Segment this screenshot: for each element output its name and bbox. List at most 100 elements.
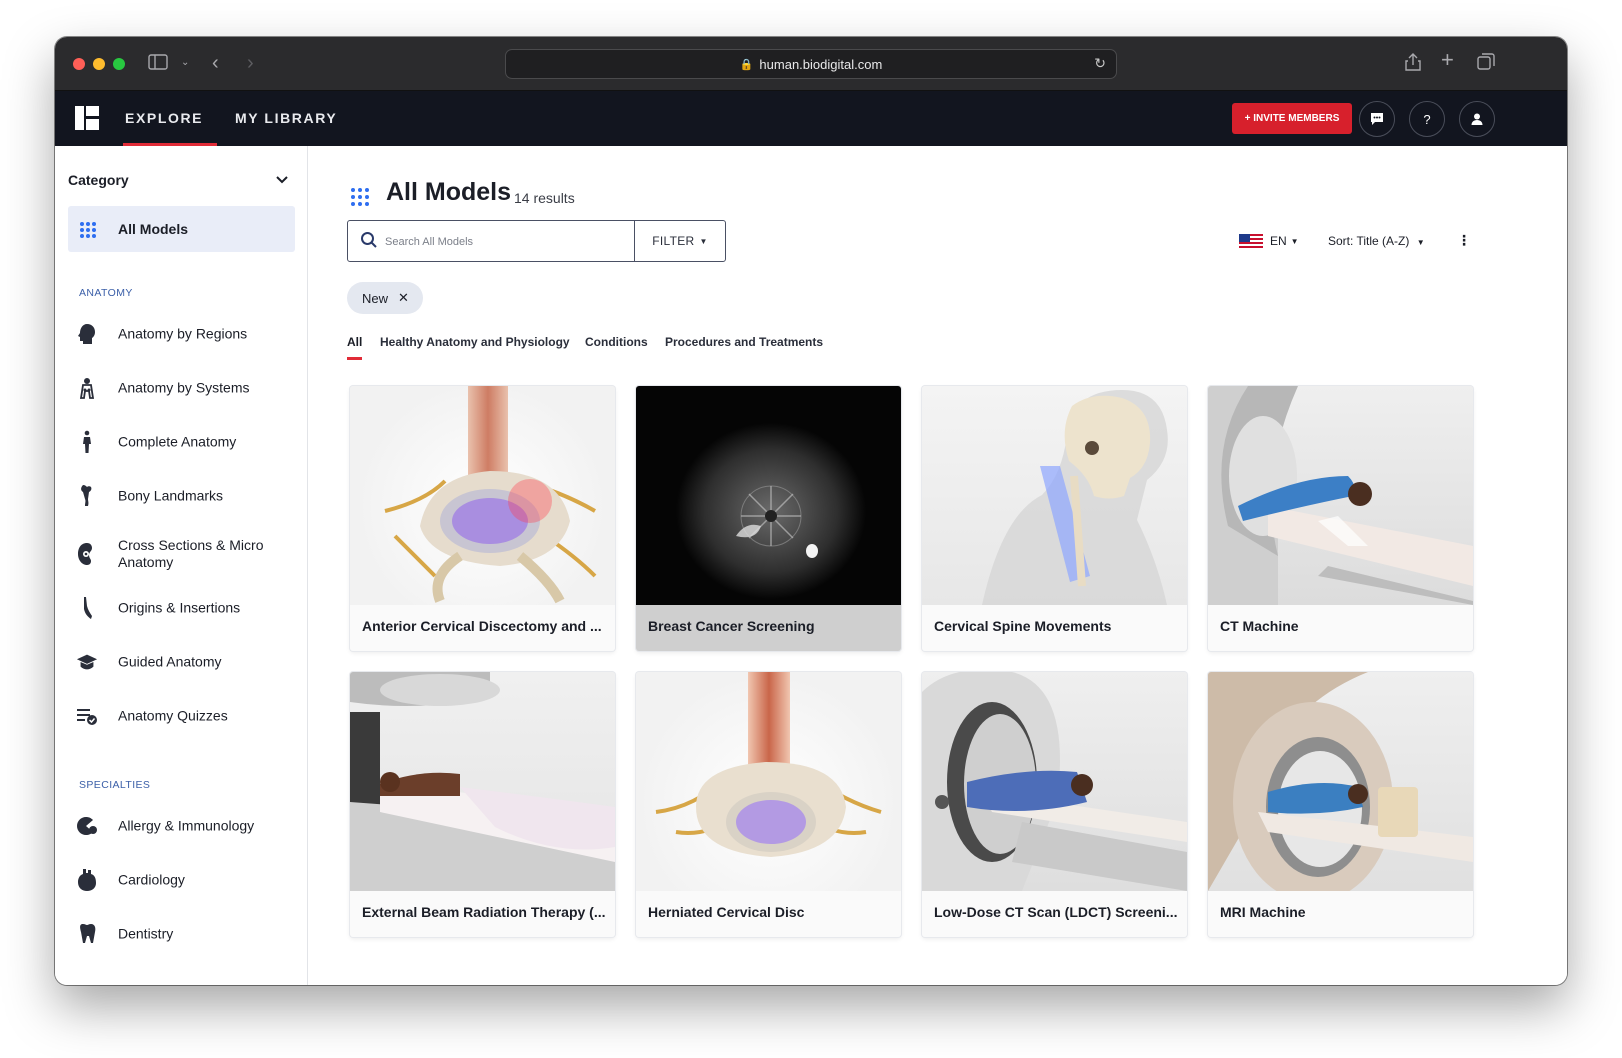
sidebar-item-label: Anatomy by Systems (118, 379, 250, 396)
sidebar-item-anatomy-quizzes[interactable]: Anatomy Quizzes (68, 696, 295, 736)
sidebar-item-label: Anatomy by Regions (118, 325, 248, 342)
sidebar-item-complete-anatomy[interactable]: Complete Anatomy (68, 422, 295, 462)
sidebar-item-label: Cross Sections & Micro Anatomy (118, 537, 264, 570)
active-tab-indicator (347, 357, 362, 360)
sidebar-item-label: Cardiology (118, 871, 185, 888)
lock-icon: 🔒 (739, 58, 754, 71)
tab-overview-icon[interactable] (1477, 53, 1495, 77)
sidebar-item-label: Bony Landmarks (118, 487, 224, 504)
back-icon[interactable]: ‹ (212, 53, 219, 73)
chat-icon (1371, 113, 1383, 125)
nav-my-library[interactable]: MY LIBRARY (235, 91, 337, 146)
model-thumbnail (350, 386, 615, 605)
sidebar-item-label: Origins & Insertions (118, 599, 241, 616)
model-card[interactable]: CT Machine (1208, 386, 1473, 651)
sidebar-toggle-icon[interactable] (148, 54, 168, 76)
sidebar-item-label: Dentistry (118, 925, 174, 942)
sidebar-item-dentistry[interactable]: Dentistry (68, 914, 295, 954)
heart-icon (76, 869, 98, 891)
tab-healthy-anatomy[interactable]: Healthy Anatomy and Physiology (380, 335, 570, 349)
model-card[interactable]: Anterior Cervical Discectomy and ... (350, 386, 615, 651)
sidebar-item-anatomy-by-systems[interactable]: Anatomy by Systems (68, 368, 295, 408)
nav-explore[interactable]: EXPLORE ▼ (123, 91, 217, 180)
invite-members-button[interactable]: + INVITE MEMBERS (1232, 103, 1352, 134)
model-card[interactable]: External Beam Radiation Therapy (... (350, 672, 615, 937)
model-card[interactable]: MRI Machine (1208, 672, 1473, 937)
chevron-down-icon[interactable]: ⌄ (181, 53, 189, 73)
new-tab-icon[interactable]: + (1441, 49, 1454, 71)
grid-icon (80, 222, 96, 238)
allergy-icon (76, 815, 98, 837)
close-icon[interactable]: ✕ (398, 290, 409, 306)
chevron-down-icon[interactable] (275, 172, 289, 188)
more-options-icon[interactable]: ⋮ (1457, 232, 1471, 249)
us-flag-icon (1239, 234, 1263, 248)
model-thumbnail (636, 672, 901, 891)
zoom-window-button[interactable] (113, 58, 125, 70)
results-count: 14 results (514, 190, 575, 206)
sidebar-item-cardiology[interactable]: Cardiology (68, 860, 295, 900)
model-card-title: CT Machine (1208, 605, 1473, 651)
sidebar-item-label: All Models (118, 221, 189, 237)
search-input[interactable]: Search All Models (347, 220, 635, 262)
browser-window: ⌄ ‹ › 🔒 human.biodigital.com ↻ + EXPLORE… (55, 37, 1567, 985)
model-card[interactable]: Herniated Cervical Disc (636, 672, 901, 937)
sidebar-item-guided-anatomy[interactable]: Guided Anatomy (68, 642, 295, 682)
bone-icon (76, 485, 98, 507)
search-icon (361, 232, 377, 248)
sidebar-item-cross-sections[interactable]: Cross Sections & Micro Anatomy (68, 530, 295, 578)
sidebar-item-label: Complete Anatomy (118, 433, 237, 450)
main-content: All Models 14 results Search All Models … (308, 146, 1567, 985)
anatomy-section-heading: ANATOMY (79, 287, 133, 299)
tab-conditions[interactable]: Conditions (585, 335, 648, 349)
tab-procedures[interactable]: Procedures and Treatments (665, 335, 823, 349)
sidebar-item-allergy-immunology[interactable]: Allergy & Immunology (68, 806, 295, 846)
sidebar-item-all-models[interactable]: All Models (68, 206, 295, 252)
help-button[interactable]: ? (1409, 101, 1445, 137)
caret-down-icon: ▼ (1290, 236, 1299, 246)
sidebar-item-bony-landmarks[interactable]: Bony Landmarks (68, 476, 295, 516)
minimize-window-button[interactable] (93, 58, 105, 70)
model-thumbnail (1208, 672, 1473, 891)
filter-button[interactable]: FILTER ▼ (634, 220, 726, 262)
chat-button[interactable] (1359, 101, 1395, 137)
sort-label: Sort: Title (A-Z) (1328, 234, 1410, 248)
url-text: human.biodigital.com (759, 56, 883, 72)
quiz-icon (76, 705, 98, 727)
browser-toolbar: ⌄ ‹ › 🔒 human.biodigital.com ↻ + (55, 37, 1567, 91)
model-card-title: MRI Machine (1208, 891, 1473, 937)
model-card-title: Anterior Cervical Discectomy and ... (350, 605, 615, 651)
model-card[interactable]: Breast Cancer Screening (636, 386, 901, 651)
model-card[interactable]: Low-Dose CT Scan (LDCT) Screeni... (922, 672, 1187, 937)
page-title: All Models (386, 178, 512, 206)
human-figure-icon (76, 430, 98, 453)
sidebar-item-anatomy-by-regions[interactable]: Anatomy by Regions (68, 314, 295, 354)
model-thumbnail (636, 386, 901, 605)
model-thumbnail (922, 672, 1187, 891)
sort-dropdown[interactable]: Sort: Title (A-Z) ▼ (1328, 234, 1425, 248)
reload-icon[interactable]: ↻ (1094, 55, 1106, 72)
category-heading: Category (68, 172, 129, 188)
language-label: EN (1270, 234, 1287, 248)
language-selector[interactable]: EN ▼ (1239, 234, 1299, 248)
account-button[interactable] (1459, 101, 1495, 137)
filter-label: FILTER (652, 234, 695, 248)
biodigital-logo[interactable] (75, 106, 99, 130)
model-card-title: Herniated Cervical Disc (636, 891, 901, 937)
sidebar-item-label: Anatomy Quizzes (118, 707, 228, 724)
model-card[interactable]: Cervical Spine Movements (922, 386, 1187, 651)
tab-all[interactable]: All (347, 335, 362, 349)
search-placeholder: Search All Models (385, 236, 474, 248)
address-bar[interactable]: 🔒 human.biodigital.com ↻ (505, 49, 1117, 79)
model-card-title: Breast Cancer Screening (636, 605, 901, 651)
forward-icon[interactable]: › (247, 53, 254, 73)
category-sidebar: Category All Models ANATOMY Anatomy by R… (55, 146, 308, 985)
head-icon (76, 323, 98, 345)
model-card-title: External Beam Radiation Therapy (... (350, 891, 615, 937)
model-thumbnail (1208, 386, 1473, 605)
close-window-button[interactable] (73, 58, 85, 70)
filter-chip-new[interactable]: New ✕ (347, 282, 423, 314)
share-icon[interactable] (1405, 53, 1421, 77)
sidebar-item-origins-insertions[interactable]: Origins & Insertions (68, 588, 295, 628)
muscle-icon (76, 597, 98, 619)
